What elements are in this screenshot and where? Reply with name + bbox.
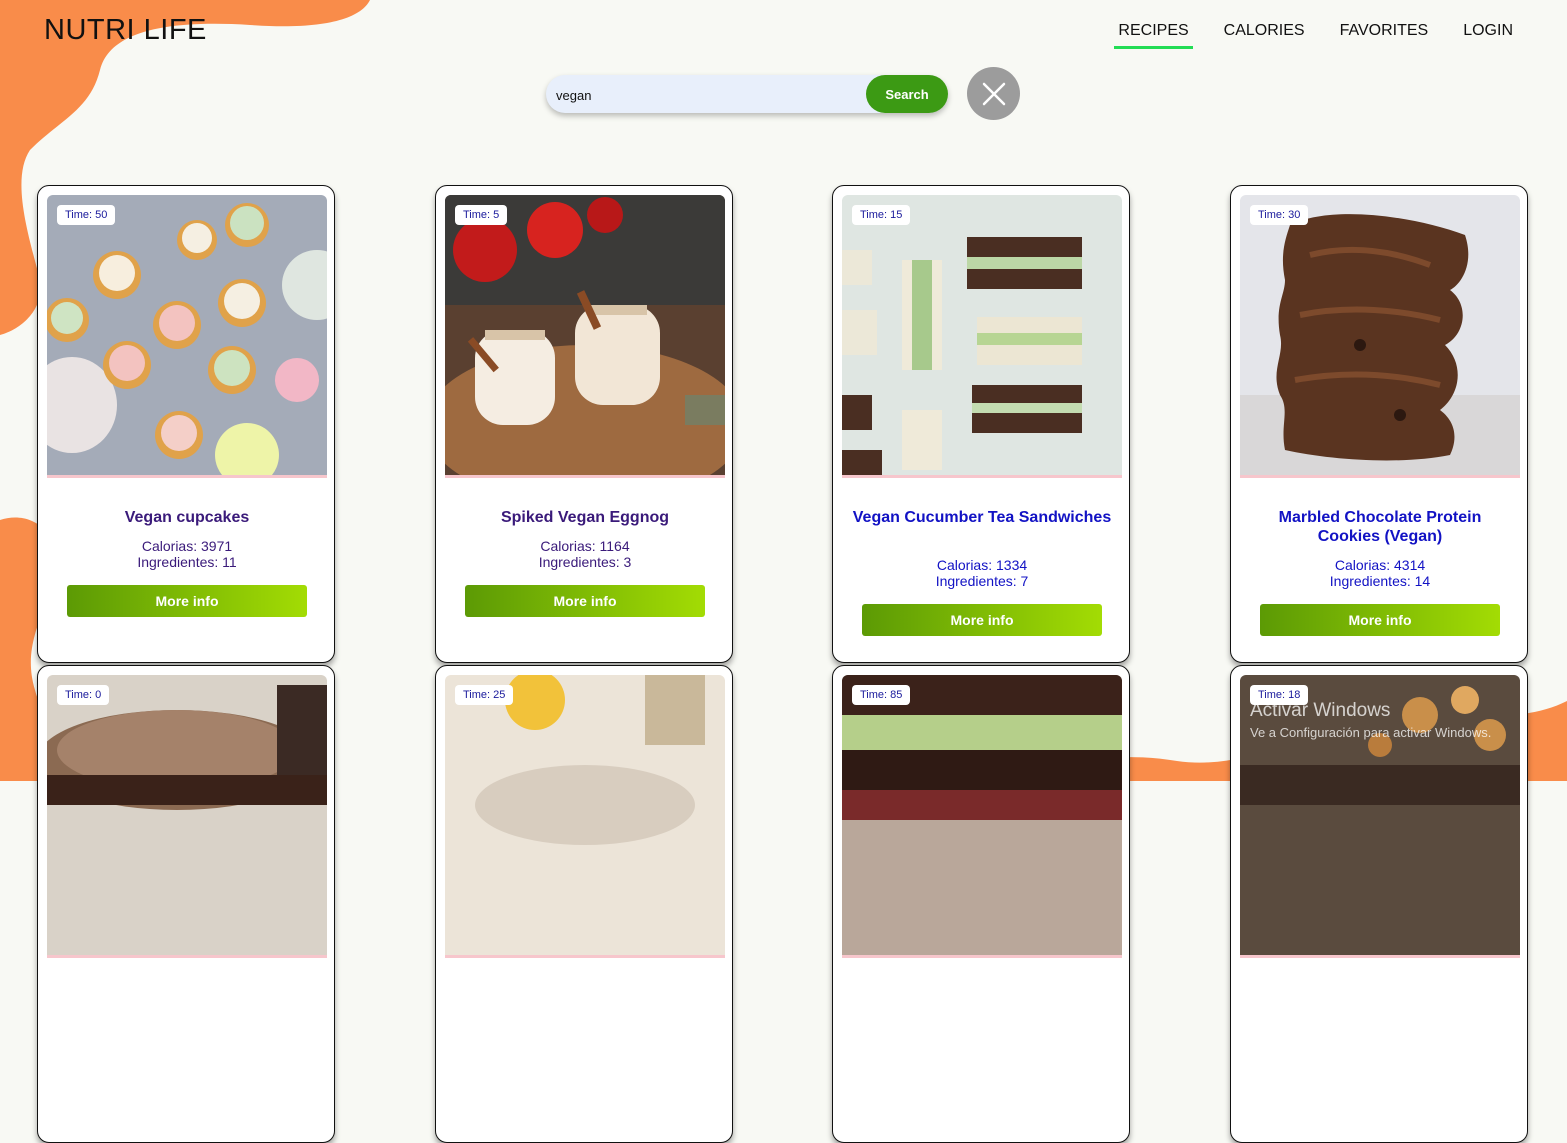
recipe-card: Time: 0 [37,665,335,1143]
recipe-card: Time: 5 Spiked Vegan Eggnog Calorias: 11… [435,185,733,663]
recipe-card: Time: 50 Vegan cupcakes Calorias: 3971 I… [37,185,335,663]
recipe-calories: Calorias: 3971 [141,538,233,554]
recipe-image[interactable] [1240,675,1520,958]
recipe-title: Vegan Cucumber Tea Sandwiches [852,509,1112,526]
recipe-title: Marbled Chocolate Protein Cookies (Vegan… [1278,509,1482,545]
more-info-button[interactable]: More info [1260,604,1500,636]
recipe-image[interactable] [842,675,1122,958]
brand-logo[interactable]: NUTRI LIFE [44,14,207,47]
recipe-card: Time: 18 [1230,665,1528,1143]
nav-link-favorites[interactable]: FAVORITES [1336,22,1433,49]
recipe-image[interactable] [445,675,725,958]
time-badge: Time: 0 [57,685,110,705]
recipe-ingredients: Ingredientes: 7 [935,573,1029,589]
more-info-button[interactable]: More info [67,585,307,617]
recipe-ingredients: Ingredientes: 3 [538,554,632,570]
top-header: NUTRI LIFE RECIPES CALORIES FAVORITES LO… [0,0,1567,70]
recipe-image-cupcakes[interactable] [47,195,327,478]
time-badge: Time: 18 [1250,685,1309,705]
recipe-image-eggnog[interactable] [445,195,725,478]
recipe-card: Time: 25 [435,665,733,1143]
time-badge: Time: 15 [852,205,911,225]
clear-search-button[interactable] [967,67,1020,120]
recipe-image-sandwiches[interactable] [842,195,1122,478]
recipe-title: Vegan cupcakes [124,509,250,526]
time-badge: Time: 50 [57,205,116,225]
time-badge: Time: 25 [455,685,514,705]
recipe-title: Spiked Vegan Eggnog [500,509,670,526]
close-icon [982,82,1005,105]
recipe-card: Time: 30 Marbled Chocolate Protein Cooki… [1230,185,1528,663]
more-info-button[interactable]: More info [862,604,1102,636]
search-input[interactable] [546,75,868,115]
search-button[interactable]: Search [866,75,948,113]
recipe-calories: Calorias: 4314 [1334,557,1426,573]
time-badge: Time: 5 [455,205,508,225]
main-nav: RECIPES CALORIES FAVORITES LOGIN [1114,22,1517,49]
search-bar: Search [546,75,948,115]
recipe-image[interactable] [47,675,327,958]
recipe-image-cookies[interactable] [1240,195,1520,478]
nav-link-recipes[interactable]: RECIPES [1114,22,1193,49]
nav-link-login[interactable]: LOGIN [1459,22,1517,49]
recipe-calories: Calorias: 1164 [540,538,630,554]
recipe-calories: Calorias: 1334 [936,557,1028,573]
nav-link-calories[interactable]: CALORIES [1220,22,1309,49]
recipe-ingredients: Ingredientes: 14 [1329,573,1431,589]
recipe-card: Time: 85 [832,665,1130,1143]
time-badge: Time: 30 [1250,205,1309,225]
recipe-ingredients: Ingredientes: 11 [137,554,237,570]
time-badge: Time: 85 [852,685,911,705]
recipe-card: Time: 15 Vegan Cucumber Tea Sandwiches C… [832,185,1130,663]
more-info-button[interactable]: More info [465,585,705,617]
recipe-grid: Time: 50 Vegan cupcakes Calorias: 3971 I… [0,0,1567,1143]
